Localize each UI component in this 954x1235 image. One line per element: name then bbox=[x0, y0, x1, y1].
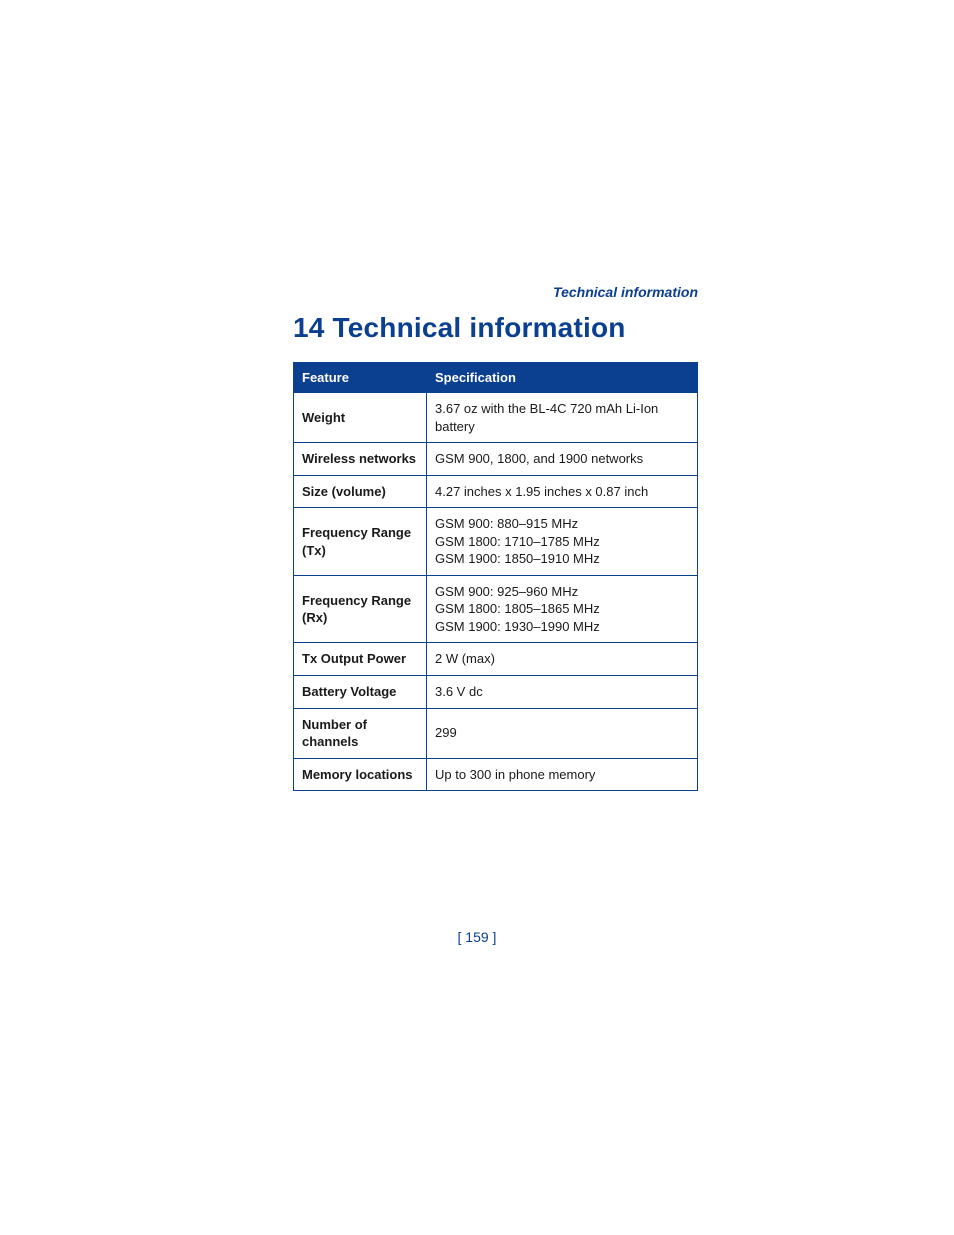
table-row: Number of channels 299 bbox=[294, 708, 698, 758]
table-cell-spec: 3.6 V dc bbox=[427, 676, 698, 709]
table-row: Memory locations Up to 300 in phone memo… bbox=[294, 758, 698, 791]
table-cell-spec: GSM 900, 1800, and 1900 networks bbox=[427, 443, 698, 476]
table-row: Weight 3.67 oz with the BL-4C 720 mAh Li… bbox=[294, 393, 698, 443]
specification-table: Feature Specification Weight 3.67 oz wit… bbox=[293, 362, 698, 791]
table-row: Tx Output Power 2 W (max) bbox=[294, 643, 698, 676]
page-number: [ 159 ] bbox=[0, 929, 954, 945]
chapter-title: 14 Technical information bbox=[293, 312, 626, 344]
table-cell-feature: Number of channels bbox=[294, 708, 427, 758]
table-header-feature: Feature bbox=[294, 363, 427, 393]
table-cell-feature: Battery Voltage bbox=[294, 676, 427, 709]
table-cell-spec: GSM 900: 880–915 MHzGSM 1800: 1710–1785 … bbox=[427, 508, 698, 576]
table-cell-spec: GSM 900: 925–960 MHzGSM 1800: 1805–1865 … bbox=[427, 575, 698, 643]
table-cell-spec: 4.27 inches x 1.95 inches x 0.87 inch bbox=[427, 475, 698, 508]
table-cell-feature: Memory locations bbox=[294, 758, 427, 791]
running-header: Technical information bbox=[553, 284, 698, 300]
table-cell-feature: Size (volume) bbox=[294, 475, 427, 508]
table-cell-feature: Frequency Range (Rx) bbox=[294, 575, 427, 643]
table-row: Battery Voltage 3.6 V dc bbox=[294, 676, 698, 709]
table-cell-spec: 3.67 oz with the BL-4C 720 mAh Li-Ion ba… bbox=[427, 393, 698, 443]
table-row: Frequency Range (Tx) GSM 900: 880–915 MH… bbox=[294, 508, 698, 576]
table-cell-feature: Frequency Range (Tx) bbox=[294, 508, 427, 576]
table-header-spec: Specification bbox=[427, 363, 698, 393]
page: Technical information 14 Technical infor… bbox=[0, 0, 954, 1235]
table-row: Frequency Range (Rx) GSM 900: 925–960 MH… bbox=[294, 575, 698, 643]
table-cell-feature: Weight bbox=[294, 393, 427, 443]
table-cell-spec: Up to 300 in phone memory bbox=[427, 758, 698, 791]
table-cell-spec: 299 bbox=[427, 708, 698, 758]
table-cell-spec: 2 W (max) bbox=[427, 643, 698, 676]
table-cell-feature: Tx Output Power bbox=[294, 643, 427, 676]
table-cell-feature: Wireless networks bbox=[294, 443, 427, 476]
table-row: Size (volume) 4.27 inches x 1.95 inches … bbox=[294, 475, 698, 508]
table-row: Wireless networks GSM 900, 1800, and 190… bbox=[294, 443, 698, 476]
table-header-row: Feature Specification bbox=[294, 363, 698, 393]
